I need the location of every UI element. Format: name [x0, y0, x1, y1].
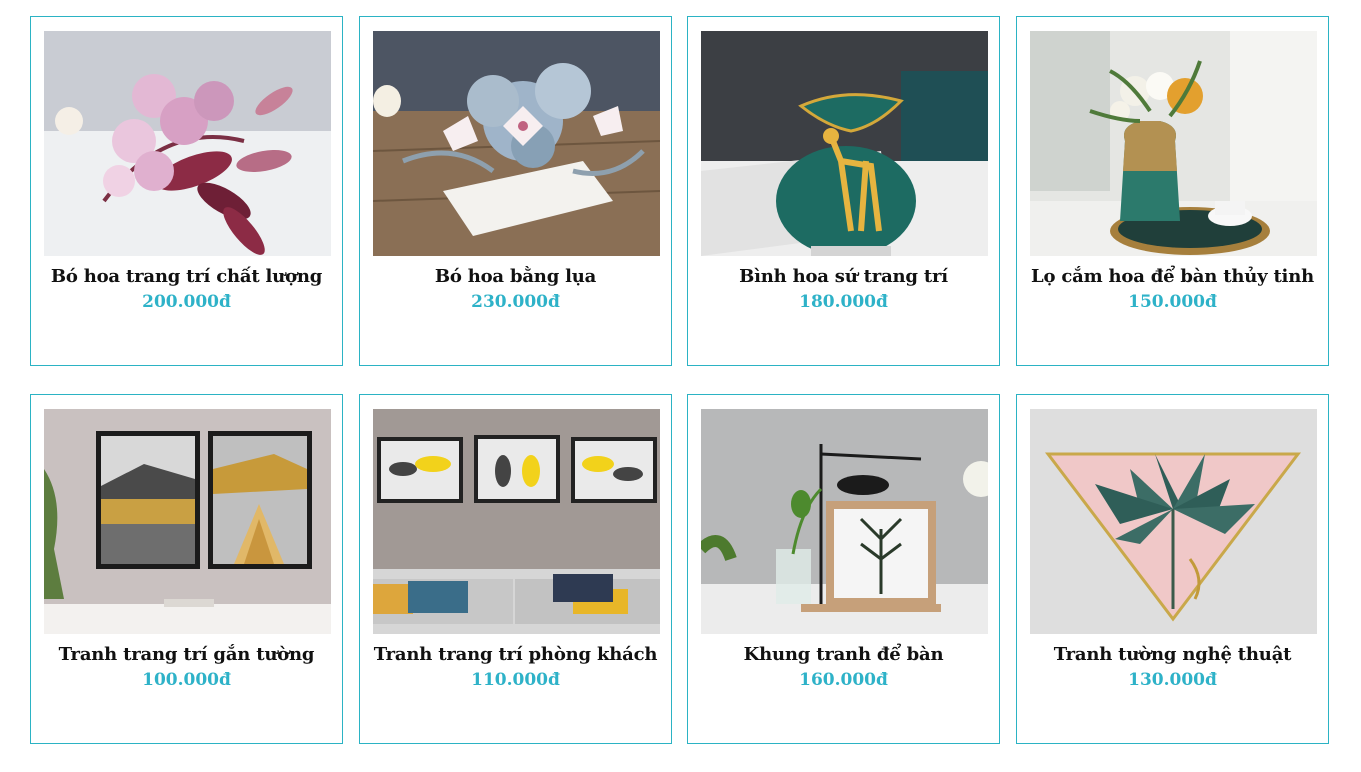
product-image-8[interactable] [1030, 409, 1317, 634]
product-price: 200.000đ [142, 292, 231, 312]
product-title[interactable]: Tranh trang trí phòng khách [360, 644, 671, 665]
product-price: 130.000đ [1128, 670, 1217, 690]
product-title[interactable]: Khung tranh để bàn [688, 644, 999, 665]
product-card-3[interactable]: Bình hoa sứ trang trí 180.000đ [687, 16, 1000, 366]
product-card-4[interactable]: Lọ cắm hoa để bàn thủy tinh 150.000đ [1016, 16, 1329, 366]
product-price: 160.000đ [799, 670, 888, 690]
product-title[interactable]: Tranh trang trí gắn tường [31, 644, 342, 665]
product-grid: Bó hoa trang trí chất lượng 200.000đ Bó … [30, 16, 1331, 747]
product-card-2[interactable]: Bó hoa bằng lụa 230.000đ [359, 16, 672, 366]
product-card-5[interactable]: Tranh trang trí gắn tường 100.000đ [30, 394, 343, 744]
product-image-5[interactable] [44, 409, 331, 634]
product-card-6[interactable]: Tranh trang trí phòng khách 110.000đ [359, 394, 672, 744]
product-image-2[interactable] [373, 31, 660, 256]
product-image-6[interactable] [373, 409, 660, 634]
product-image-3[interactable] [701, 31, 988, 256]
product-title[interactable]: Lọ cắm hoa để bàn thủy tinh [1017, 266, 1328, 287]
product-price: 150.000đ [1128, 292, 1217, 312]
product-price: 100.000đ [142, 670, 231, 690]
product-title[interactable]: Bó hoa bằng lụa [360, 266, 671, 287]
product-title[interactable]: Tranh tường nghệ thuật [1017, 644, 1328, 665]
product-card-8[interactable]: Tranh tường nghệ thuật 130.000đ [1016, 394, 1329, 744]
product-title[interactable]: Bó hoa trang trí chất lượng [31, 266, 342, 287]
product-price: 180.000đ [799, 292, 888, 312]
product-title[interactable]: Bình hoa sứ trang trí [688, 266, 999, 287]
product-card-1[interactable]: Bó hoa trang trí chất lượng 200.000đ [30, 16, 343, 366]
product-image-1[interactable] [44, 31, 331, 256]
product-image-7[interactable] [701, 409, 988, 634]
product-image-4[interactable] [1030, 31, 1317, 256]
product-price: 110.000đ [471, 670, 560, 690]
product-price: 230.000đ [471, 292, 560, 312]
product-card-7[interactable]: Khung tranh để bàn 160.000đ [687, 394, 1000, 744]
